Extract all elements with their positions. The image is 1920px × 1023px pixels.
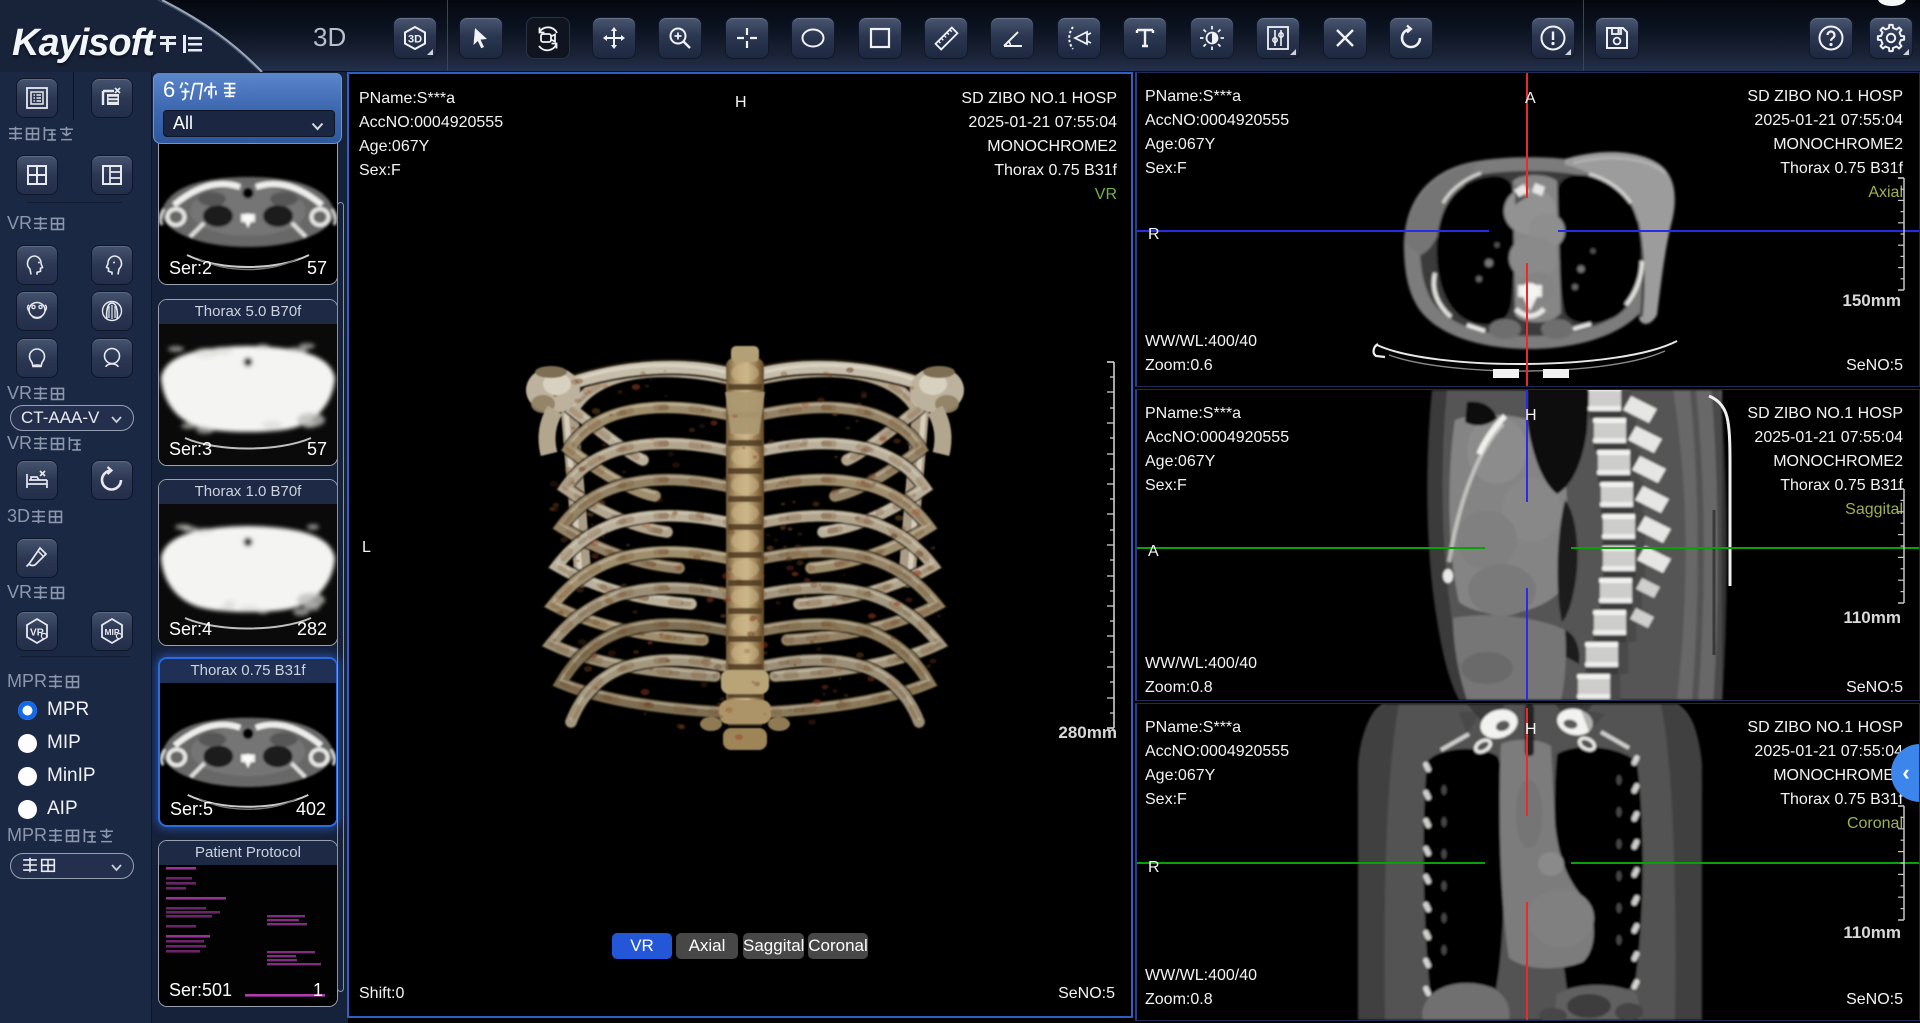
svg-text:3D: 3D [408, 34, 422, 46]
